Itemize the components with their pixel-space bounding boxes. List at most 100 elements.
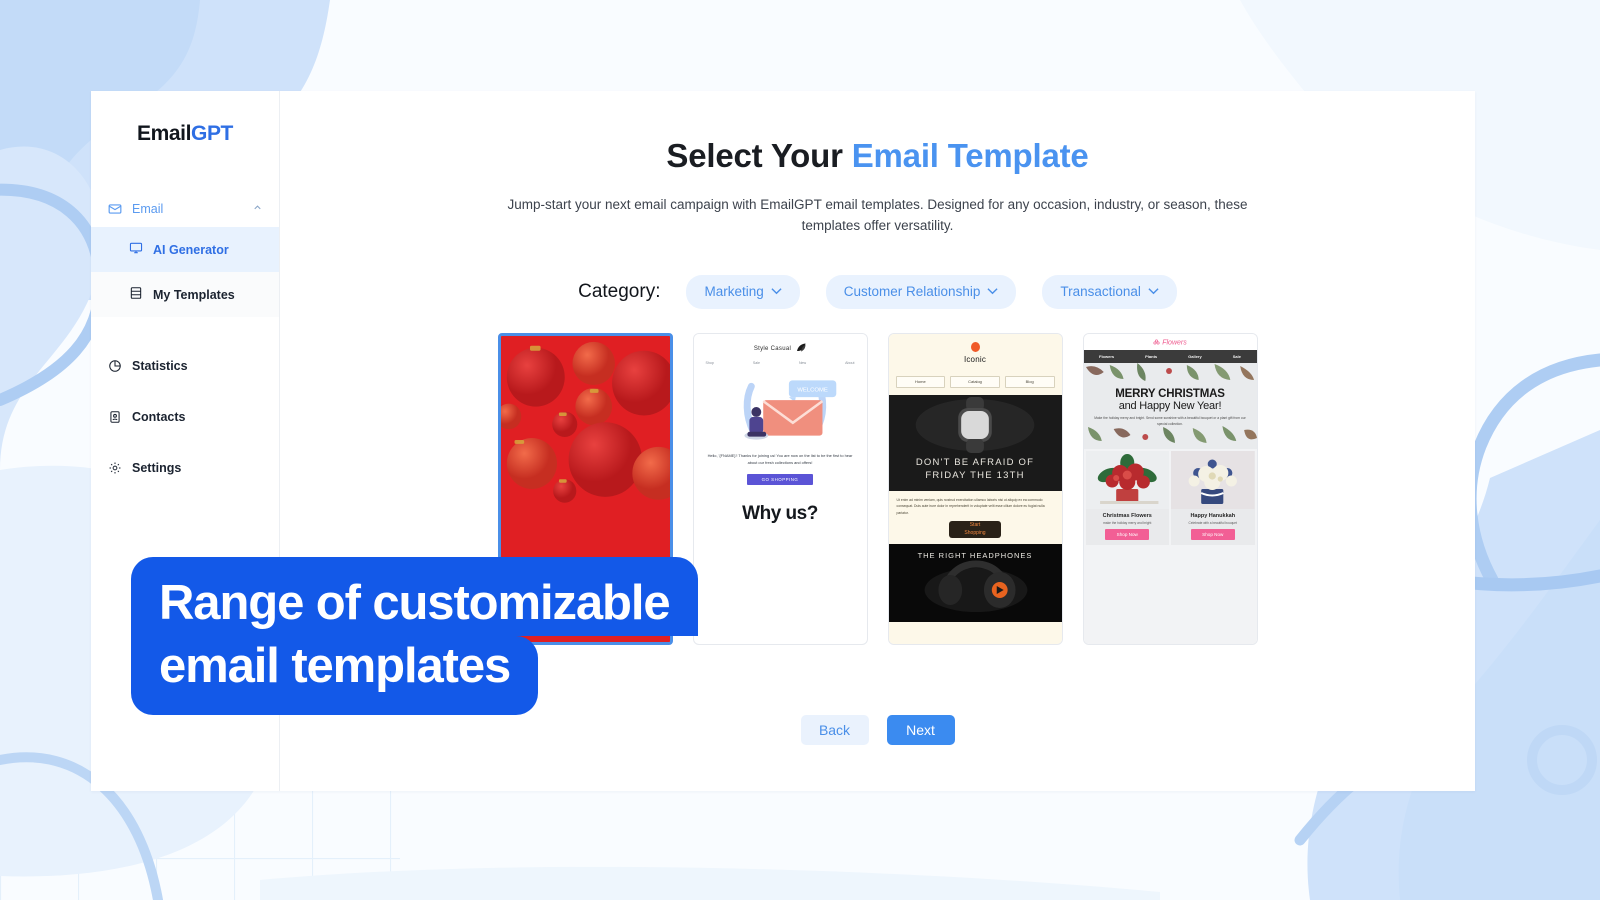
iconic-hero-heading: DON'T BE AFRAID OF FRIDAY THE 13TH: [895, 457, 1056, 483]
leaf-logo-icon: [796, 343, 806, 354]
flowers-product-grid: Christmas Flowers make the holiday merry…: [1084, 449, 1257, 547]
sidebar-item-contacts[interactable]: Contacts: [91, 398, 279, 435]
sidebar-item-contacts-label: Contacts: [132, 409, 186, 424]
chevron-up-icon[interactable]: [252, 202, 263, 216]
contacts-icon: [107, 409, 122, 424]
flowers-hero-line1: MERRY CHRISTMAS: [1115, 388, 1225, 401]
app-logo: EmailGPT: [91, 91, 279, 146]
style-casual-section-heading: Why us?: [742, 502, 818, 524]
sidebar-subgroup-email: AI Generator My Templates: [91, 227, 279, 317]
style-casual-brand-label: Style Casual: [753, 345, 792, 352]
style-casual-nav-item: Sale: [752, 360, 761, 365]
flowers-nav-item: Plants: [1145, 354, 1158, 360]
template-card-style-casual[interactable]: Style Casual Shop Sale New About WELCOME…: [692, 332, 868, 645]
logo-text-gpt: GPT: [191, 122, 233, 145]
iconic-preview: Iconic Home Catalog Blog DON'T BE AFRAID…: [888, 333, 1062, 644]
category-pill-transactional[interactable]: Transactional: [1042, 274, 1177, 309]
flowers-product-title: Happy Hanukkah: [1190, 513, 1236, 520]
sidebar-item-email-label: Email: [132, 201, 164, 216]
next-button[interactable]: Next: [886, 715, 955, 745]
iconic-nav-item: Catalog: [950, 375, 1000, 388]
red-bouquet-illustration: [1085, 451, 1169, 510]
flowers-brand-row: Flowers: [1083, 333, 1257, 351]
ornaments-svg: [500, 335, 670, 642]
page-title: Select Your Email Template: [280, 137, 1475, 175]
flowers-nav-item: Sale: [1232, 354, 1241, 360]
monitor-icon: [129, 241, 143, 258]
style-casual-nav-item: About: [845, 360, 855, 365]
white-bouquet-illustration: [1171, 451, 1255, 510]
back-button[interactable]: Back: [800, 715, 869, 745]
sidebar-item-ai-generator[interactable]: AI Generator: [91, 227, 279, 272]
flowers-preview: Flowers Flowers Plants Gallery Sale MERR…: [1083, 333, 1257, 644]
gear-icon: [107, 460, 122, 475]
iconic-cta-line1: Start: [969, 522, 981, 529]
category-pill-customer-relationship[interactable]: Customer Relationship: [825, 274, 1017, 309]
main-content: Select Your Email Template Jump-start yo…: [280, 91, 1475, 791]
template-card-iconic[interactable]: Iconic Home Catalog Blog DON'T BE AFRAID…: [887, 332, 1063, 645]
style-casual-nav: Shop Sale New About: [702, 361, 859, 365]
template-card-caption: Happy: [560, 614, 610, 634]
flowers-product-shop-button: Shop Now: [1190, 529, 1235, 541]
style-casual-hero-illustration: WELCOME: [702, 370, 859, 448]
iconic-headphones-section: THE RIGHT HEADPHONES: [888, 544, 1062, 623]
logo-text-email: Email: [136, 122, 192, 145]
iconic-nav-item: Blog: [1004, 375, 1055, 388]
page-subtitle: Jump-start your next email campaign with…: [507, 197, 1248, 233]
svg-text:WELCOME: WELCOME: [797, 388, 828, 394]
category-label: Category:: [578, 280, 661, 302]
page-title-accent: Email Template: [851, 137, 1089, 174]
chevron-down-icon: [771, 286, 782, 298]
flowers-product-cell: Christmas Flowers make the holiday merry…: [1085, 451, 1169, 546]
sidebar-nav: Email AI Generator My Templates Statisti…: [91, 190, 279, 486]
happy-hanukkah-image: [1171, 451, 1255, 510]
sidebar-item-settings-label: Settings: [132, 460, 182, 475]
flowers-product-desc: make the holiday merry and bright: [1103, 521, 1152, 526]
app-window: EmailGPT Email AI Generator My Templates…: [91, 91, 1475, 791]
flowers-product-title: Christmas Flowers: [1102, 513, 1152, 520]
mail-icon: [107, 201, 122, 216]
sidebar-item-statistics[interactable]: Statistics: [91, 347, 279, 384]
iconic-body-text: Ut enim ad minim veniam, quis nostrud ex…: [896, 497, 1045, 515]
template-card-christmas-ornaments[interactable]: Happy: [497, 332, 673, 645]
screenshot-root: EmailGPT Email AI Generator My Templates…: [0, 0, 1600, 900]
iconic-cta-button: Start Shopping: [949, 521, 1001, 539]
sidebar-item-my-templates[interactable]: My Templates: [91, 272, 279, 317]
category-pill-customer-relationship-label: Customer Relationship: [843, 284, 981, 300]
iconic-cta-line2: Shopping: [964, 529, 986, 536]
iconic-hero-line2: FRIDAY THE 13TH: [925, 470, 1025, 482]
chevron-down-icon: [987, 286, 998, 298]
iconic-header: Iconic: [889, 334, 1062, 370]
sidebar-item-statistics-label: Statistics: [132, 358, 188, 373]
category-pill-marketing[interactable]: Marketing: [686, 274, 800, 309]
flowers-brand-label: Flowers: [1162, 339, 1187, 347]
flowers-hero: MERRY CHRISTMAS and Happy New Year! Make…: [1083, 363, 1257, 450]
flowers-product-shop-button: Shop Now: [1105, 529, 1150, 541]
style-casual-nav-item: Shop: [705, 360, 714, 365]
flowers-product-cell: Happy Hanukkah Celebrate with a beautifu…: [1171, 451, 1255, 546]
template-card-grid: Happy Style Casual Shop Sale New About W…: [280, 332, 1475, 645]
ornaments-artwork: [500, 335, 670, 642]
flowers-nav: Flowers Plants Gallery Sale: [1083, 350, 1257, 364]
sidebar-item-ai-generator-label: AI Generator: [153, 242, 229, 257]
iconic-brand-label: Iconic: [963, 354, 987, 364]
sidebar-item-my-templates-label: My Templates: [153, 287, 235, 302]
sidebar-item-email[interactable]: Email: [91, 190, 279, 227]
chevron-down-icon: [1148, 286, 1159, 298]
welcome-envelope-illustration: WELCOME: [743, 380, 836, 440]
iconic-logo-icon: [970, 341, 980, 352]
christmas-flowers-image: [1085, 451, 1169, 510]
flowers-nav-item: Gallery: [1188, 354, 1202, 360]
sidebar-item-settings[interactable]: Settings: [91, 449, 279, 486]
template-card-flowers[interactable]: Flowers Flowers Plants Gallery Sale MERR…: [1082, 332, 1258, 645]
wizard-footer: Back Next: [280, 715, 1475, 745]
flower-logo-icon: [1153, 339, 1162, 346]
sidebar: EmailGPT Email AI Generator My Templates…: [91, 91, 280, 791]
flowers-hero-line2: and Happy New Year!: [1118, 400, 1222, 413]
pie-chart-icon: [107, 358, 122, 373]
flowers-product-desc: Celebrate with a beautiful bouquet: [1188, 521, 1237, 526]
iconic-nav-item: Home: [895, 375, 946, 388]
category-pill-marketing-label: Marketing: [704, 284, 764, 300]
flowers-nav-item: Flowers: [1099, 354, 1115, 360]
